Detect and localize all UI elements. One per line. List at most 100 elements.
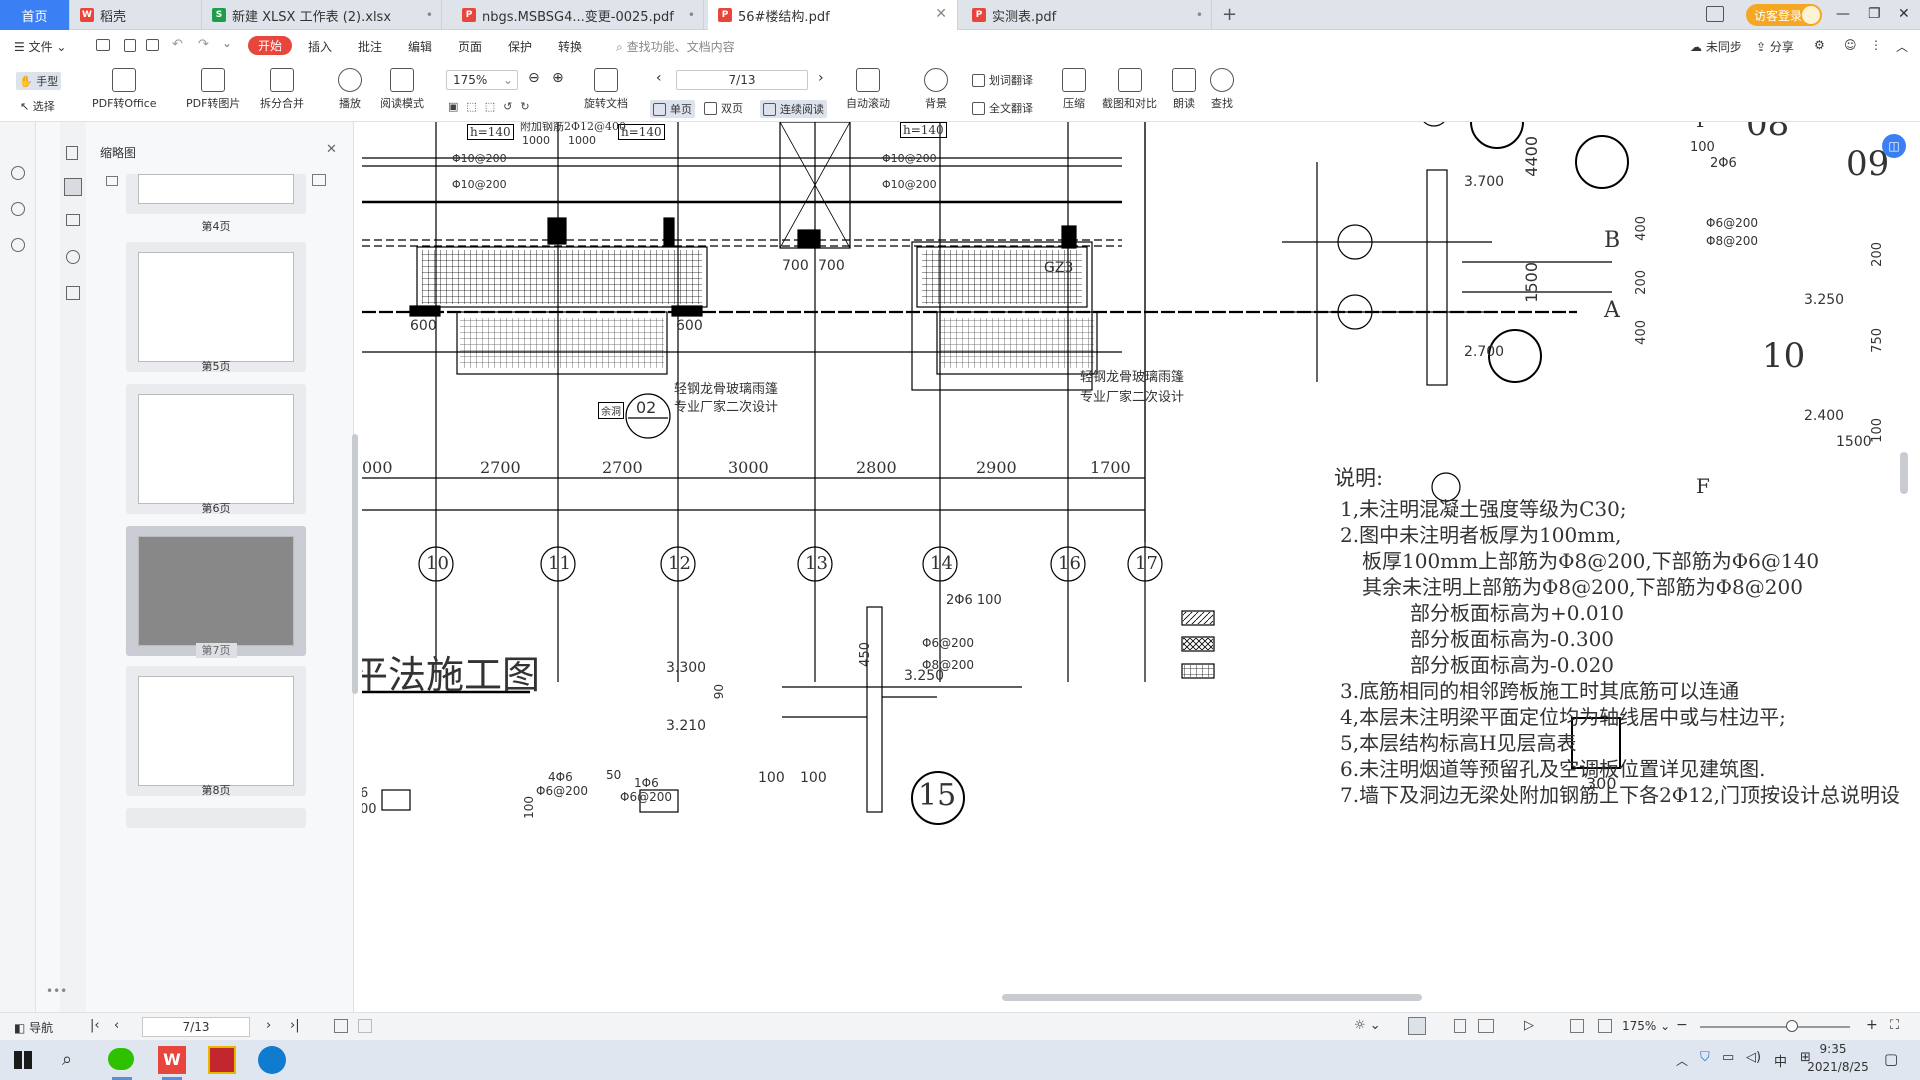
- menu-protect[interactable]: 保护: [508, 38, 532, 55]
- continuous-view-icon[interactable]: [1408, 1017, 1426, 1035]
- select-tool-button[interactable]: ↖ 选择: [20, 98, 55, 114]
- fullscreen-icon[interactable]: ⛶: [1890, 1018, 1899, 1033]
- background-button[interactable]: 背景: [924, 68, 948, 111]
- thumbnail-page-6[interactable]: [126, 384, 306, 514]
- edge-icon[interactable]: [258, 1046, 286, 1074]
- more-icon[interactable]: ⋮: [1870, 38, 1882, 52]
- save-icon[interactable]: [124, 39, 136, 52]
- help-icon[interactable]: ☺: [1844, 38, 1857, 52]
- start-menu[interactable]: 开始: [248, 36, 293, 55]
- undo-icon[interactable]: ↶: [172, 37, 183, 52]
- read-aloud-button[interactable]: 朗读: [1172, 68, 1196, 111]
- network-icon[interactable]: ▭: [1722, 1050, 1734, 1065]
- single-page-button[interactable]: 单页: [650, 100, 695, 118]
- clock-time[interactable]: 9:35: [1798, 1042, 1868, 1056]
- thumbnail-scrollbar[interactable]: [352, 434, 358, 694]
- word-translate-button[interactable]: 划词翻译: [972, 72, 1033, 88]
- thumbnail-page-8[interactable]: [126, 666, 306, 796]
- tab-docer[interactable]: W 稻壳: [70, 0, 202, 30]
- prev-page-icon[interactable]: ‹: [656, 70, 662, 86]
- next-page-icon[interactable]: ›: [266, 1018, 271, 1033]
- actual-size-icon[interactable]: [1570, 1019, 1584, 1033]
- tray-expand-icon[interactable]: ︿: [1676, 1052, 1688, 1069]
- large-thumb-icon[interactable]: [312, 174, 326, 186]
- search-icon[interactable]: ⌕: [62, 1049, 72, 1070]
- open-folder-icon[interactable]: [96, 39, 110, 51]
- zoom-in-icon[interactable]: +: [1866, 1017, 1878, 1033]
- signature-icon[interactable]: [66, 286, 80, 300]
- restore-icon[interactable]: ❐: [1868, 6, 1881, 22]
- menu-page[interactable]: 页面: [458, 38, 482, 55]
- attachment-icon[interactable]: [66, 250, 80, 264]
- zoom-out-icon[interactable]: ⊖: [528, 70, 540, 86]
- rotate-document-button[interactable]: 旋转文档: [584, 68, 628, 111]
- print-icon[interactable]: [146, 39, 159, 51]
- double-page-button[interactable]: 双页: [704, 100, 743, 116]
- find-button[interactable]: 查找: [1210, 68, 1234, 111]
- fit-window-icon[interactable]: [1598, 1019, 1612, 1033]
- wps-icon[interactable]: W: [158, 1046, 186, 1074]
- double-view-icon[interactable]: [1478, 1019, 1494, 1033]
- thumbnail-page-5[interactable]: [126, 242, 306, 372]
- small-thumb-icon[interactable]: [106, 176, 118, 186]
- last-page-icon[interactable]: ›|: [290, 1018, 300, 1033]
- status-zoom-select[interactable]: 175% ⌄: [1622, 1019, 1670, 1033]
- zoom-slider[interactable]: [1700, 1026, 1850, 1028]
- minimize-icon[interactable]: —: [1836, 6, 1850, 22]
- screenshot-compare-button[interactable]: 截图和对比: [1102, 68, 1157, 111]
- search-function-input[interactable]: ⌕ 查找功能、文档内容: [616, 38, 735, 55]
- navigation-toggle[interactable]: ◧ 导航: [14, 1019, 53, 1036]
- play-icon[interactable]: ▷: [1524, 1018, 1534, 1033]
- shield-icon[interactable]: ⛉: [1700, 1050, 1710, 1065]
- new-tab-icon[interactable]: +: [1222, 4, 1237, 25]
- pdf-to-image-button[interactable]: PDF转图片: [186, 68, 240, 111]
- search-icon[interactable]: [11, 166, 25, 180]
- eye-protection-icon[interactable]: ☼ ⌄: [1354, 1018, 1381, 1033]
- menu-insert[interactable]: 插入: [308, 38, 332, 55]
- zoom-out-icon[interactable]: −: [1676, 1017, 1688, 1033]
- thumbnail-page-9[interactable]: [126, 808, 306, 828]
- thumbnail-page-7[interactable]: [126, 526, 306, 656]
- share-button[interactable]: ⇪ 分享: [1756, 38, 1794, 55]
- notification-icon[interactable]: ▢: [1884, 1050, 1898, 1068]
- prev-page-icon[interactable]: ‹: [114, 1018, 119, 1033]
- sync-status[interactable]: ☁ 未同步: [1690, 38, 1742, 55]
- status-page-input[interactable]: 7/13: [142, 1017, 250, 1037]
- play-button[interactable]: 播放: [338, 68, 362, 111]
- file-menu[interactable]: ☰ 文件 ⌄: [14, 38, 66, 55]
- page-number-input[interactable]: 7/13: [676, 70, 808, 90]
- zoom-select[interactable]: 175% ⌄: [446, 70, 518, 90]
- winrar-icon[interactable]: [208, 1046, 236, 1074]
- pdf-document-view[interactable]: h=140 h=140 h=140 附加钢筋2Φ12@400 1000 1000…: [362, 122, 1910, 1002]
- clock-date[interactable]: 2021/8/25: [1798, 1060, 1878, 1074]
- quick-access-more-icon[interactable]: ⌄: [222, 36, 232, 50]
- zoom-slider-handle[interactable]: [1786, 1020, 1798, 1032]
- horizontal-scrollbar[interactable]: [1002, 994, 1422, 1001]
- bookmark-icon[interactable]: [66, 146, 78, 160]
- vertical-scrollbar[interactable]: [1900, 452, 1908, 494]
- fit-tools-icons[interactable]: ▣⬚⬚↺↻: [448, 100, 538, 113]
- close-panel-icon[interactable]: ✕: [326, 142, 337, 157]
- continuous-read-button[interactable]: 连续阅读: [760, 100, 827, 118]
- menu-edit[interactable]: 编辑: [408, 38, 432, 55]
- tab-xlsx[interactable]: S 新建 XLSX 工作表 (2).xlsx •: [202, 0, 442, 30]
- help-circle-icon[interactable]: [11, 238, 25, 252]
- volume-icon[interactable]: ◁): [1746, 1050, 1761, 1065]
- replace-icon[interactable]: [11, 202, 25, 216]
- hand-tool-button[interactable]: ✋ 手型: [16, 72, 62, 90]
- wechat-icon[interactable]: [108, 1048, 134, 1070]
- tab-close-icon[interactable]: ✕: [935, 6, 947, 22]
- fit-width-icon[interactable]: [358, 1019, 372, 1033]
- menu-convert[interactable]: 转换: [558, 38, 582, 55]
- full-translate-button[interactable]: 全文翻译: [972, 100, 1033, 116]
- comment-icon[interactable]: [66, 214, 80, 226]
- read-mode-button[interactable]: 阅读模式: [380, 68, 424, 111]
- thumbnail-icon[interactable]: [64, 178, 82, 196]
- tab-home[interactable]: 首页: [0, 0, 70, 30]
- next-page-icon[interactable]: ›: [818, 70, 824, 86]
- compress-button[interactable]: 压缩: [1062, 68, 1086, 111]
- redo-icon[interactable]: ↷: [198, 37, 209, 52]
- pdf-to-office-button[interactable]: PDF转Office: [92, 68, 157, 111]
- more-options-icon[interactable]: •••: [46, 984, 67, 998]
- floating-assistant-icon[interactable]: ◫: [1882, 134, 1906, 158]
